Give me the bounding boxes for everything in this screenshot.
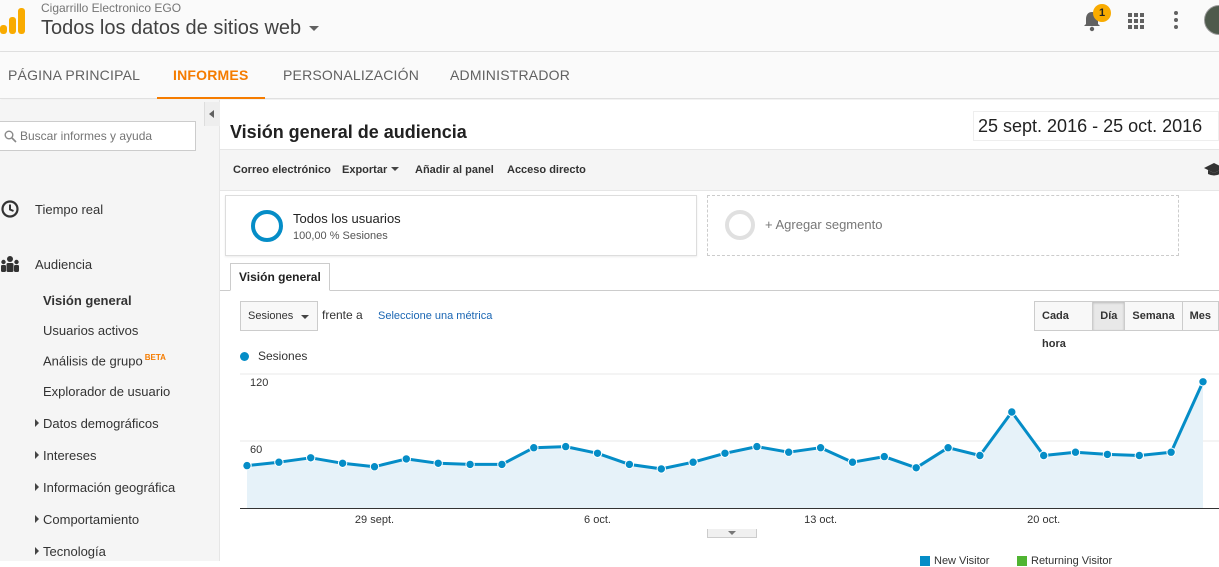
sidebar-item-audiencia[interactable]: Audiencia: [0, 254, 92, 274]
data-point: [911, 463, 921, 473]
data-point: [1166, 447, 1176, 457]
x-tick-label: 6 oct.: [584, 514, 611, 526]
top-bar: Cigarrillo Electronico EGO Todos los dat…: [0, 0, 1219, 52]
data-point: [720, 448, 730, 458]
data-point: [784, 447, 794, 457]
legend-label: New Visitor: [934, 555, 990, 567]
data-point: [497, 459, 507, 470]
data-point: [656, 464, 666, 474]
legend-returning-visitor: Returning Visitor: [1017, 555, 1112, 567]
sidebar-item-label: Análisis de grupo: [43, 353, 143, 369]
sidebar-item-analisis-de-grupo[interactable]: Análisis de grupo BETA: [43, 353, 166, 368]
x-tick-label: 29 sept.: [355, 514, 394, 526]
legend-new-visitor: New Visitor: [920, 555, 989, 567]
sidebar-item-explorador-de-usuario[interactable]: Explorador de usuario: [43, 384, 170, 399]
tab-personalizacion[interactable]: PERSONALIZACIÓN: [283, 52, 419, 99]
beta-badge: BETA: [144, 353, 166, 362]
y-tick-label: 60: [250, 444, 262, 456]
people-icon: [1, 256, 19, 272]
search-input[interactable]: [20, 129, 190, 143]
data-point: [1134, 450, 1144, 461]
data-point: [274, 457, 284, 467]
data-point: [1007, 407, 1017, 417]
expand-arrow-icon: [35, 483, 39, 491]
notification-badge[interactable]: 1: [1093, 4, 1111, 22]
data-point: [879, 451, 889, 462]
data-point: [1102, 449, 1113, 460]
data-point: [529, 443, 539, 453]
expand-arrow-icon: [35, 419, 39, 427]
main-nav: PÁGINA PRINCIPAL INFORMES PERSONALIZACIÓ…: [0, 52, 1219, 99]
legend-swatch: [920, 556, 930, 566]
search-box[interactable]: [0, 121, 196, 151]
data-point: [624, 459, 635, 470]
data-point: [1039, 450, 1049, 461]
sidebar-item-label: Tecnología: [43, 544, 106, 559]
legend-swatch: [1017, 556, 1027, 566]
tab-pagina-principal[interactable]: PÁGINA PRINCIPAL: [8, 52, 140, 99]
report-main: Visión general de audiencia 25 sept. 201…: [220, 100, 1219, 567]
analytics-logo-icon[interactable]: [0, 8, 25, 34]
data-point: [433, 458, 443, 468]
sidebar-item-label: Intereses: [43, 448, 97, 463]
data-point: [592, 448, 603, 458]
sessions-area: [247, 381, 1203, 508]
data-point: [815, 443, 826, 453]
tab-informes[interactable]: INFORMES: [157, 52, 265, 99]
legend-label: Returning Visitor: [1031, 555, 1113, 567]
property-name: Todos los datos de sitios web: [41, 17, 302, 39]
chart-resize-handle[interactable]: [707, 529, 757, 538]
more-options-icon[interactable]: [1173, 11, 1179, 29]
sidebar-item-label: Comportamiento: [43, 512, 140, 527]
sidebar-item-label: Audiencia: [35, 256, 93, 272]
data-point: [688, 457, 698, 467]
sidebar-item-tiempo-real[interactable]: Tiempo real: [0, 199, 103, 219]
data-point: [306, 453, 316, 463]
expand-arrow-icon: [35, 451, 39, 459]
clock-icon: [1, 200, 19, 218]
data-point: [337, 458, 348, 468]
data-point: [943, 443, 953, 453]
expand-arrow-icon: [35, 515, 39, 523]
data-point: [561, 441, 571, 452]
sidebar-item-informacion-geografica[interactable]: Información geográfica: [35, 480, 176, 495]
apps-grid-icon[interactable]: [1128, 13, 1144, 29]
y-tick-label: 120: [250, 377, 268, 389]
collapse-sidebar-icon[interactable]: [204, 102, 220, 126]
search-icon: [4, 130, 17, 143]
expand-arrow-icon: [35, 547, 39, 555]
data-point: [847, 457, 858, 467]
sidebar-item-vision-general[interactable]: Visión general: [43, 293, 132, 308]
data-point: [369, 462, 380, 472]
sidebar-item-label: Información geográfica: [43, 480, 176, 495]
account-name[interactable]: Cigarrillo Electronico EGO: [41, 1, 181, 15]
tab-vision-general[interactable]: Visión general: [230, 263, 330, 291]
x-tick-label: 13 oct.: [804, 514, 837, 526]
chevron-down-icon: [309, 26, 320, 31]
data-point: [401, 454, 412, 464]
data-point: [975, 450, 985, 461]
data-point: [752, 441, 762, 452]
property-selector[interactable]: Todos los datos de sitios web: [41, 17, 320, 40]
data-point: [465, 459, 475, 470]
sidebar: Tiempo real Audiencia Visión general Usu…: [0, 100, 220, 561]
sessions-chart: 120 60 29 sept. 6 oct. 13 oct. 20 oct.: [240, 373, 1219, 526]
sidebar-item-datos-demograficos[interactable]: Datos demográficos: [35, 416, 159, 431]
sidebar-item-tecnologia[interactable]: Tecnología: [35, 544, 106, 559]
x-tick-label: 20 oct.: [1027, 514, 1060, 526]
data-point: [242, 460, 252, 471]
data-point: [1070, 447, 1081, 457]
sidebar-item-label: Tiempo real: [35, 201, 104, 217]
sidebar-item-usuarios-activos[interactable]: Usuarios activos: [43, 323, 138, 338]
sidebar-item-intereses[interactable]: Intereses: [35, 448, 97, 463]
data-point: [1198, 377, 1208, 387]
avatar[interactable]: [1204, 5, 1219, 35]
sidebar-item-comportamiento[interactable]: Comportamiento: [35, 512, 140, 527]
tab-administrador[interactable]: ADMINISTRADOR: [450, 52, 570, 99]
sidebar-item-label: Datos demográficos: [43, 416, 159, 431]
